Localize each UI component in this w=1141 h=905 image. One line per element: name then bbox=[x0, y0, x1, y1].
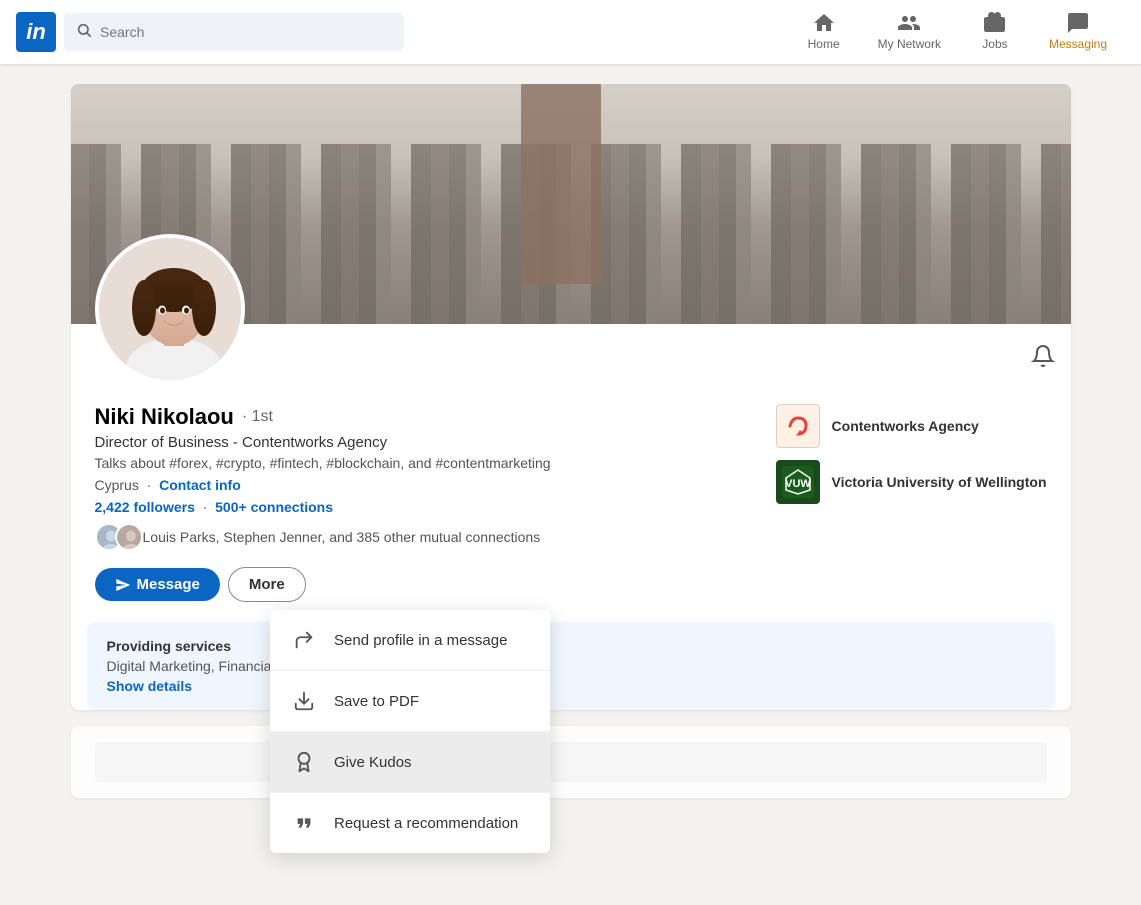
profile-right: Contentworks Agency VUW Victoria Univers… bbox=[776, 404, 1047, 602]
profile-card: Niki Nikolaou · 1st Director of Business… bbox=[71, 84, 1071, 710]
profile-talks: Talks about #forex, #crypto, #fintech, #… bbox=[95, 455, 776, 471]
profile-left: Niki Nikolaou · 1st Director of Business… bbox=[95, 404, 776, 602]
profile-actions: Message More bbox=[95, 567, 776, 602]
contentworks-name: Contentworks Agency bbox=[832, 418, 979, 434]
main-content: Niki Nikolaou · 1st Director of Business… bbox=[71, 64, 1071, 798]
dropdown-send-profile[interactable]: Send profile in a message bbox=[270, 610, 550, 671]
messaging-label: Messaging bbox=[1049, 37, 1107, 51]
messaging-icon bbox=[1066, 11, 1090, 35]
jobs-label: Jobs bbox=[982, 37, 1007, 51]
profile-stats: 2,422 followers · 500+ connections bbox=[95, 499, 776, 515]
download-icon bbox=[290, 687, 318, 715]
profile-location: Cyprus · Contact info bbox=[95, 477, 776, 493]
mutual-connections: Louis Parks, Stephen Jenner, and 385 oth… bbox=[95, 523, 776, 551]
services-title: Providing services bbox=[107, 638, 1035, 654]
home-icon bbox=[812, 11, 836, 35]
contentworks-logo bbox=[776, 404, 820, 448]
avatar-image bbox=[99, 238, 241, 380]
more-dropdown-menu: Send profile in a message Save to PDF Gi… bbox=[270, 610, 550, 853]
services-card: Providing services Digital Marketing, Fi… bbox=[87, 622, 1055, 710]
services-list: Digital Marketing, Financial Analysis, S… bbox=[107, 658, 1035, 674]
my-network-label: My Network bbox=[878, 37, 941, 51]
vuw-name: Victoria University of Wellington bbox=[832, 474, 1047, 490]
profile-avatar[interactable] bbox=[95, 234, 245, 384]
vuw-logo: VUW bbox=[776, 460, 820, 504]
quote-icon bbox=[290, 809, 318, 837]
message-button[interactable]: Message bbox=[95, 568, 220, 601]
dropdown-request-recommendation[interactable]: Request a recommendation bbox=[270, 793, 550, 853]
dropdown-request-recommendation-label: Request a recommendation bbox=[334, 815, 518, 832]
followers-label: followers bbox=[133, 499, 194, 515]
dropdown-give-kudos[interactable]: Give Kudos bbox=[270, 732, 550, 793]
linkedin-logo[interactable]: in bbox=[16, 12, 56, 52]
more-button[interactable]: More bbox=[228, 567, 306, 602]
profile-name: Niki Nikolaou bbox=[95, 404, 234, 430]
show-details-link[interactable]: Show details bbox=[107, 678, 193, 694]
activity-placeholder bbox=[95, 742, 1047, 782]
connections-label[interactable]: 500+ connections bbox=[215, 499, 333, 515]
company-item-contentworks[interactable]: Contentworks Agency bbox=[776, 404, 1047, 448]
mutual-avatars bbox=[95, 523, 135, 551]
dropdown-give-kudos-label: Give Kudos bbox=[334, 754, 412, 771]
network-icon bbox=[897, 11, 921, 35]
company-item-vuw[interactable]: VUW Victoria University of Wellington bbox=[776, 460, 1047, 504]
search-icon bbox=[76, 22, 92, 42]
home-label: Home bbox=[808, 37, 840, 51]
nav-item-my-network[interactable]: My Network bbox=[860, 0, 959, 64]
mutual-connections-text: Louis Parks, Stephen Jenner, and 385 oth… bbox=[143, 529, 541, 545]
mutual-avatar-2 bbox=[115, 523, 143, 551]
send-icon bbox=[115, 577, 131, 593]
dropdown-send-profile-label: Send profile in a message bbox=[334, 632, 507, 649]
search-bar[interactable] bbox=[64, 13, 404, 51]
svg-text:VUW: VUW bbox=[785, 478, 811, 490]
nav-item-jobs[interactable]: Jobs bbox=[959, 0, 1031, 64]
nav-item-home[interactable]: Home bbox=[788, 0, 860, 64]
profile-name-row: Niki Nikolaou · 1st bbox=[95, 404, 776, 430]
nav-item-messaging[interactable]: Messaging bbox=[1031, 0, 1125, 64]
profile-main: Niki Nikolaou · 1st Director of Business… bbox=[95, 404, 1047, 602]
award-icon bbox=[290, 748, 318, 776]
search-input[interactable] bbox=[100, 24, 392, 40]
navbar: in Home My Network Jobs bbox=[0, 0, 1141, 64]
forward-icon bbox=[290, 626, 318, 654]
dropdown-save-pdf[interactable]: Save to PDF bbox=[270, 671, 550, 732]
followers-count[interactable]: 2,422 bbox=[95, 499, 130, 515]
activity-card bbox=[71, 726, 1071, 798]
profile-title: Director of Business - Contentworks Agen… bbox=[95, 434, 776, 451]
nav-items: Home My Network Jobs Messaging bbox=[788, 0, 1125, 64]
contact-info-link[interactable]: Contact info bbox=[159, 477, 241, 493]
jobs-icon bbox=[983, 11, 1007, 35]
dropdown-save-pdf-label: Save to PDF bbox=[334, 693, 419, 710]
profile-degree: · 1st bbox=[242, 408, 273, 426]
bell-icon[interactable] bbox=[1031, 344, 1055, 373]
